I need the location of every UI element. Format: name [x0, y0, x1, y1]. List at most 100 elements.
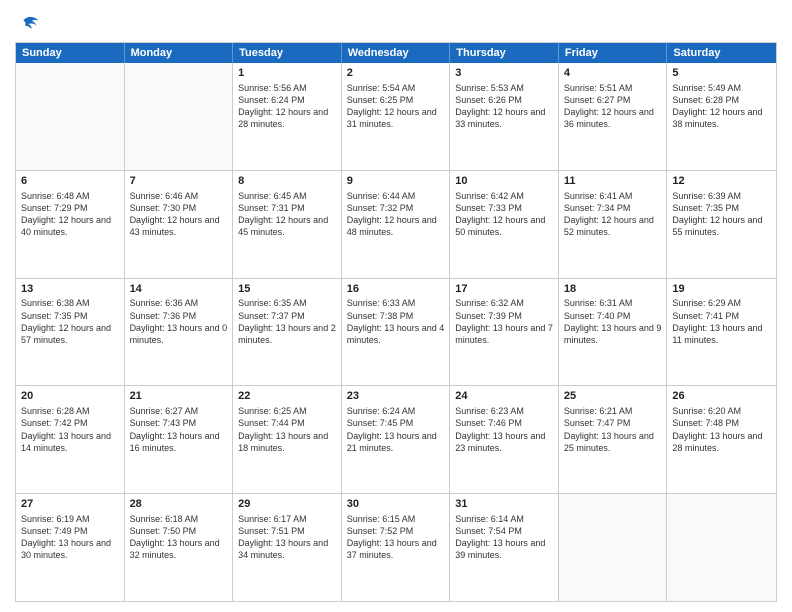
day-number: 20 — [21, 389, 119, 404]
day-number: 12 — [672, 174, 771, 189]
day-number: 2 — [347, 66, 445, 81]
day-number: 23 — [347, 389, 445, 404]
day-number: 15 — [238, 282, 336, 297]
calendar-cell: 1Sunrise: 5:56 AM Sunset: 6:24 PM Daylig… — [233, 63, 342, 170]
day-number: 10 — [455, 174, 553, 189]
day-number: 3 — [455, 66, 553, 81]
cell-info: Sunrise: 6:28 AM Sunset: 7:42 PM Dayligh… — [21, 405, 119, 454]
calendar-cell — [559, 494, 668, 601]
calendar-week-3: 13Sunrise: 6:38 AM Sunset: 7:35 PM Dayli… — [16, 278, 776, 386]
cell-info: Sunrise: 6:48 AM Sunset: 7:29 PM Dayligh… — [21, 190, 119, 239]
day-number: 25 — [564, 389, 662, 404]
cell-info: Sunrise: 6:36 AM Sunset: 7:36 PM Dayligh… — [130, 297, 228, 346]
logo-text — [15, 14, 40, 34]
cell-info: Sunrise: 6:31 AM Sunset: 7:40 PM Dayligh… — [564, 297, 662, 346]
calendar-week-1: 1Sunrise: 5:56 AM Sunset: 6:24 PM Daylig… — [16, 63, 776, 170]
header-day-tuesday: Tuesday — [233, 43, 342, 63]
calendar-cell: 15Sunrise: 6:35 AM Sunset: 7:37 PM Dayli… — [233, 279, 342, 386]
header-day-friday: Friday — [559, 43, 668, 63]
cell-info: Sunrise: 6:32 AM Sunset: 7:39 PM Dayligh… — [455, 297, 553, 346]
calendar-cell: 25Sunrise: 6:21 AM Sunset: 7:47 PM Dayli… — [559, 386, 668, 493]
cell-info: Sunrise: 6:46 AM Sunset: 7:30 PM Dayligh… — [130, 190, 228, 239]
cell-info: Sunrise: 6:29 AM Sunset: 7:41 PM Dayligh… — [672, 297, 771, 346]
cell-info: Sunrise: 6:27 AM Sunset: 7:43 PM Dayligh… — [130, 405, 228, 454]
cell-info: Sunrise: 6:14 AM Sunset: 7:54 PM Dayligh… — [455, 513, 553, 562]
day-number: 21 — [130, 389, 228, 404]
cell-info: Sunrise: 5:51 AM Sunset: 6:27 PM Dayligh… — [564, 82, 662, 131]
calendar-cell: 24Sunrise: 6:23 AM Sunset: 7:46 PM Dayli… — [450, 386, 559, 493]
calendar-cell: 13Sunrise: 6:38 AM Sunset: 7:35 PM Dayli… — [16, 279, 125, 386]
day-number: 5 — [672, 66, 771, 81]
cell-info: Sunrise: 6:20 AM Sunset: 7:48 PM Dayligh… — [672, 405, 771, 454]
day-number: 1 — [238, 66, 336, 81]
header-day-monday: Monday — [125, 43, 234, 63]
day-number: 27 — [21, 497, 119, 512]
cell-info: Sunrise: 6:18 AM Sunset: 7:50 PM Dayligh… — [130, 513, 228, 562]
logo-bird-icon — [20, 14, 40, 34]
day-number: 29 — [238, 497, 336, 512]
header-day-sunday: Sunday — [16, 43, 125, 63]
calendar-cell: 17Sunrise: 6:32 AM Sunset: 7:39 PM Dayli… — [450, 279, 559, 386]
cell-info: Sunrise: 6:17 AM Sunset: 7:51 PM Dayligh… — [238, 513, 336, 562]
calendar-cell: 5Sunrise: 5:49 AM Sunset: 6:28 PM Daylig… — [667, 63, 776, 170]
cell-info: Sunrise: 6:39 AM Sunset: 7:35 PM Dayligh… — [672, 190, 771, 239]
calendar-cell: 4Sunrise: 5:51 AM Sunset: 6:27 PM Daylig… — [559, 63, 668, 170]
cell-info: Sunrise: 6:38 AM Sunset: 7:35 PM Dayligh… — [21, 297, 119, 346]
calendar-cell: 7Sunrise: 6:46 AM Sunset: 7:30 PM Daylig… — [125, 171, 234, 278]
calendar-cell: 29Sunrise: 6:17 AM Sunset: 7:51 PM Dayli… — [233, 494, 342, 601]
calendar-cell: 20Sunrise: 6:28 AM Sunset: 7:42 PM Dayli… — [16, 386, 125, 493]
calendar-week-4: 20Sunrise: 6:28 AM Sunset: 7:42 PM Dayli… — [16, 385, 776, 493]
cell-info: Sunrise: 5:54 AM Sunset: 6:25 PM Dayligh… — [347, 82, 445, 131]
cell-info: Sunrise: 6:45 AM Sunset: 7:31 PM Dayligh… — [238, 190, 336, 239]
day-number: 4 — [564, 66, 662, 81]
calendar-cell: 16Sunrise: 6:33 AM Sunset: 7:38 PM Dayli… — [342, 279, 451, 386]
calendar-cell: 23Sunrise: 6:24 AM Sunset: 7:45 PM Dayli… — [342, 386, 451, 493]
calendar-cell: 28Sunrise: 6:18 AM Sunset: 7:50 PM Dayli… — [125, 494, 234, 601]
calendar-cell: 26Sunrise: 6:20 AM Sunset: 7:48 PM Dayli… — [667, 386, 776, 493]
calendar-cell: 21Sunrise: 6:27 AM Sunset: 7:43 PM Dayli… — [125, 386, 234, 493]
calendar-body: 1Sunrise: 5:56 AM Sunset: 6:24 PM Daylig… — [16, 63, 776, 601]
cell-info: Sunrise: 6:19 AM Sunset: 7:49 PM Dayligh… — [21, 513, 119, 562]
cell-info: Sunrise: 5:56 AM Sunset: 6:24 PM Dayligh… — [238, 82, 336, 131]
day-number: 7 — [130, 174, 228, 189]
day-number: 13 — [21, 282, 119, 297]
cell-info: Sunrise: 6:15 AM Sunset: 7:52 PM Dayligh… — [347, 513, 445, 562]
cell-info: Sunrise: 6:24 AM Sunset: 7:45 PM Dayligh… — [347, 405, 445, 454]
day-number: 30 — [347, 497, 445, 512]
calendar: SundayMondayTuesdayWednesdayThursdayFrid… — [15, 42, 777, 602]
day-number: 28 — [130, 497, 228, 512]
calendar-cell — [16, 63, 125, 170]
day-number: 16 — [347, 282, 445, 297]
day-number: 11 — [564, 174, 662, 189]
calendar-cell — [667, 494, 776, 601]
page: SundayMondayTuesdayWednesdayThursdayFrid… — [0, 0, 792, 612]
cell-info: Sunrise: 6:25 AM Sunset: 7:44 PM Dayligh… — [238, 405, 336, 454]
day-number: 18 — [564, 282, 662, 297]
header-day-wednesday: Wednesday — [342, 43, 451, 63]
cell-info: Sunrise: 6:23 AM Sunset: 7:46 PM Dayligh… — [455, 405, 553, 454]
calendar-cell: 14Sunrise: 6:36 AM Sunset: 7:36 PM Dayli… — [125, 279, 234, 386]
calendar-week-5: 27Sunrise: 6:19 AM Sunset: 7:49 PM Dayli… — [16, 493, 776, 601]
calendar-cell: 9Sunrise: 6:44 AM Sunset: 7:32 PM Daylig… — [342, 171, 451, 278]
calendar-cell: 18Sunrise: 6:31 AM Sunset: 7:40 PM Dayli… — [559, 279, 668, 386]
day-number: 14 — [130, 282, 228, 297]
cell-info: Sunrise: 6:35 AM Sunset: 7:37 PM Dayligh… — [238, 297, 336, 346]
logo — [15, 14, 40, 34]
header-day-saturday: Saturday — [667, 43, 776, 63]
calendar-cell: 27Sunrise: 6:19 AM Sunset: 7:49 PM Dayli… — [16, 494, 125, 601]
cell-info: Sunrise: 6:41 AM Sunset: 7:34 PM Dayligh… — [564, 190, 662, 239]
calendar-cell: 6Sunrise: 6:48 AM Sunset: 7:29 PM Daylig… — [16, 171, 125, 278]
day-number: 8 — [238, 174, 336, 189]
calendar-cell: 3Sunrise: 5:53 AM Sunset: 6:26 PM Daylig… — [450, 63, 559, 170]
calendar-cell — [125, 63, 234, 170]
day-number: 9 — [347, 174, 445, 189]
cell-info: Sunrise: 6:21 AM Sunset: 7:47 PM Dayligh… — [564, 405, 662, 454]
calendar-cell: 2Sunrise: 5:54 AM Sunset: 6:25 PM Daylig… — [342, 63, 451, 170]
cell-info: Sunrise: 5:53 AM Sunset: 6:26 PM Dayligh… — [455, 82, 553, 131]
calendar-header: SundayMondayTuesdayWednesdayThursdayFrid… — [16, 43, 776, 63]
day-number: 17 — [455, 282, 553, 297]
day-number: 19 — [672, 282, 771, 297]
calendar-cell: 10Sunrise: 6:42 AM Sunset: 7:33 PM Dayli… — [450, 171, 559, 278]
day-number: 26 — [672, 389, 771, 404]
cell-info: Sunrise: 6:33 AM Sunset: 7:38 PM Dayligh… — [347, 297, 445, 346]
